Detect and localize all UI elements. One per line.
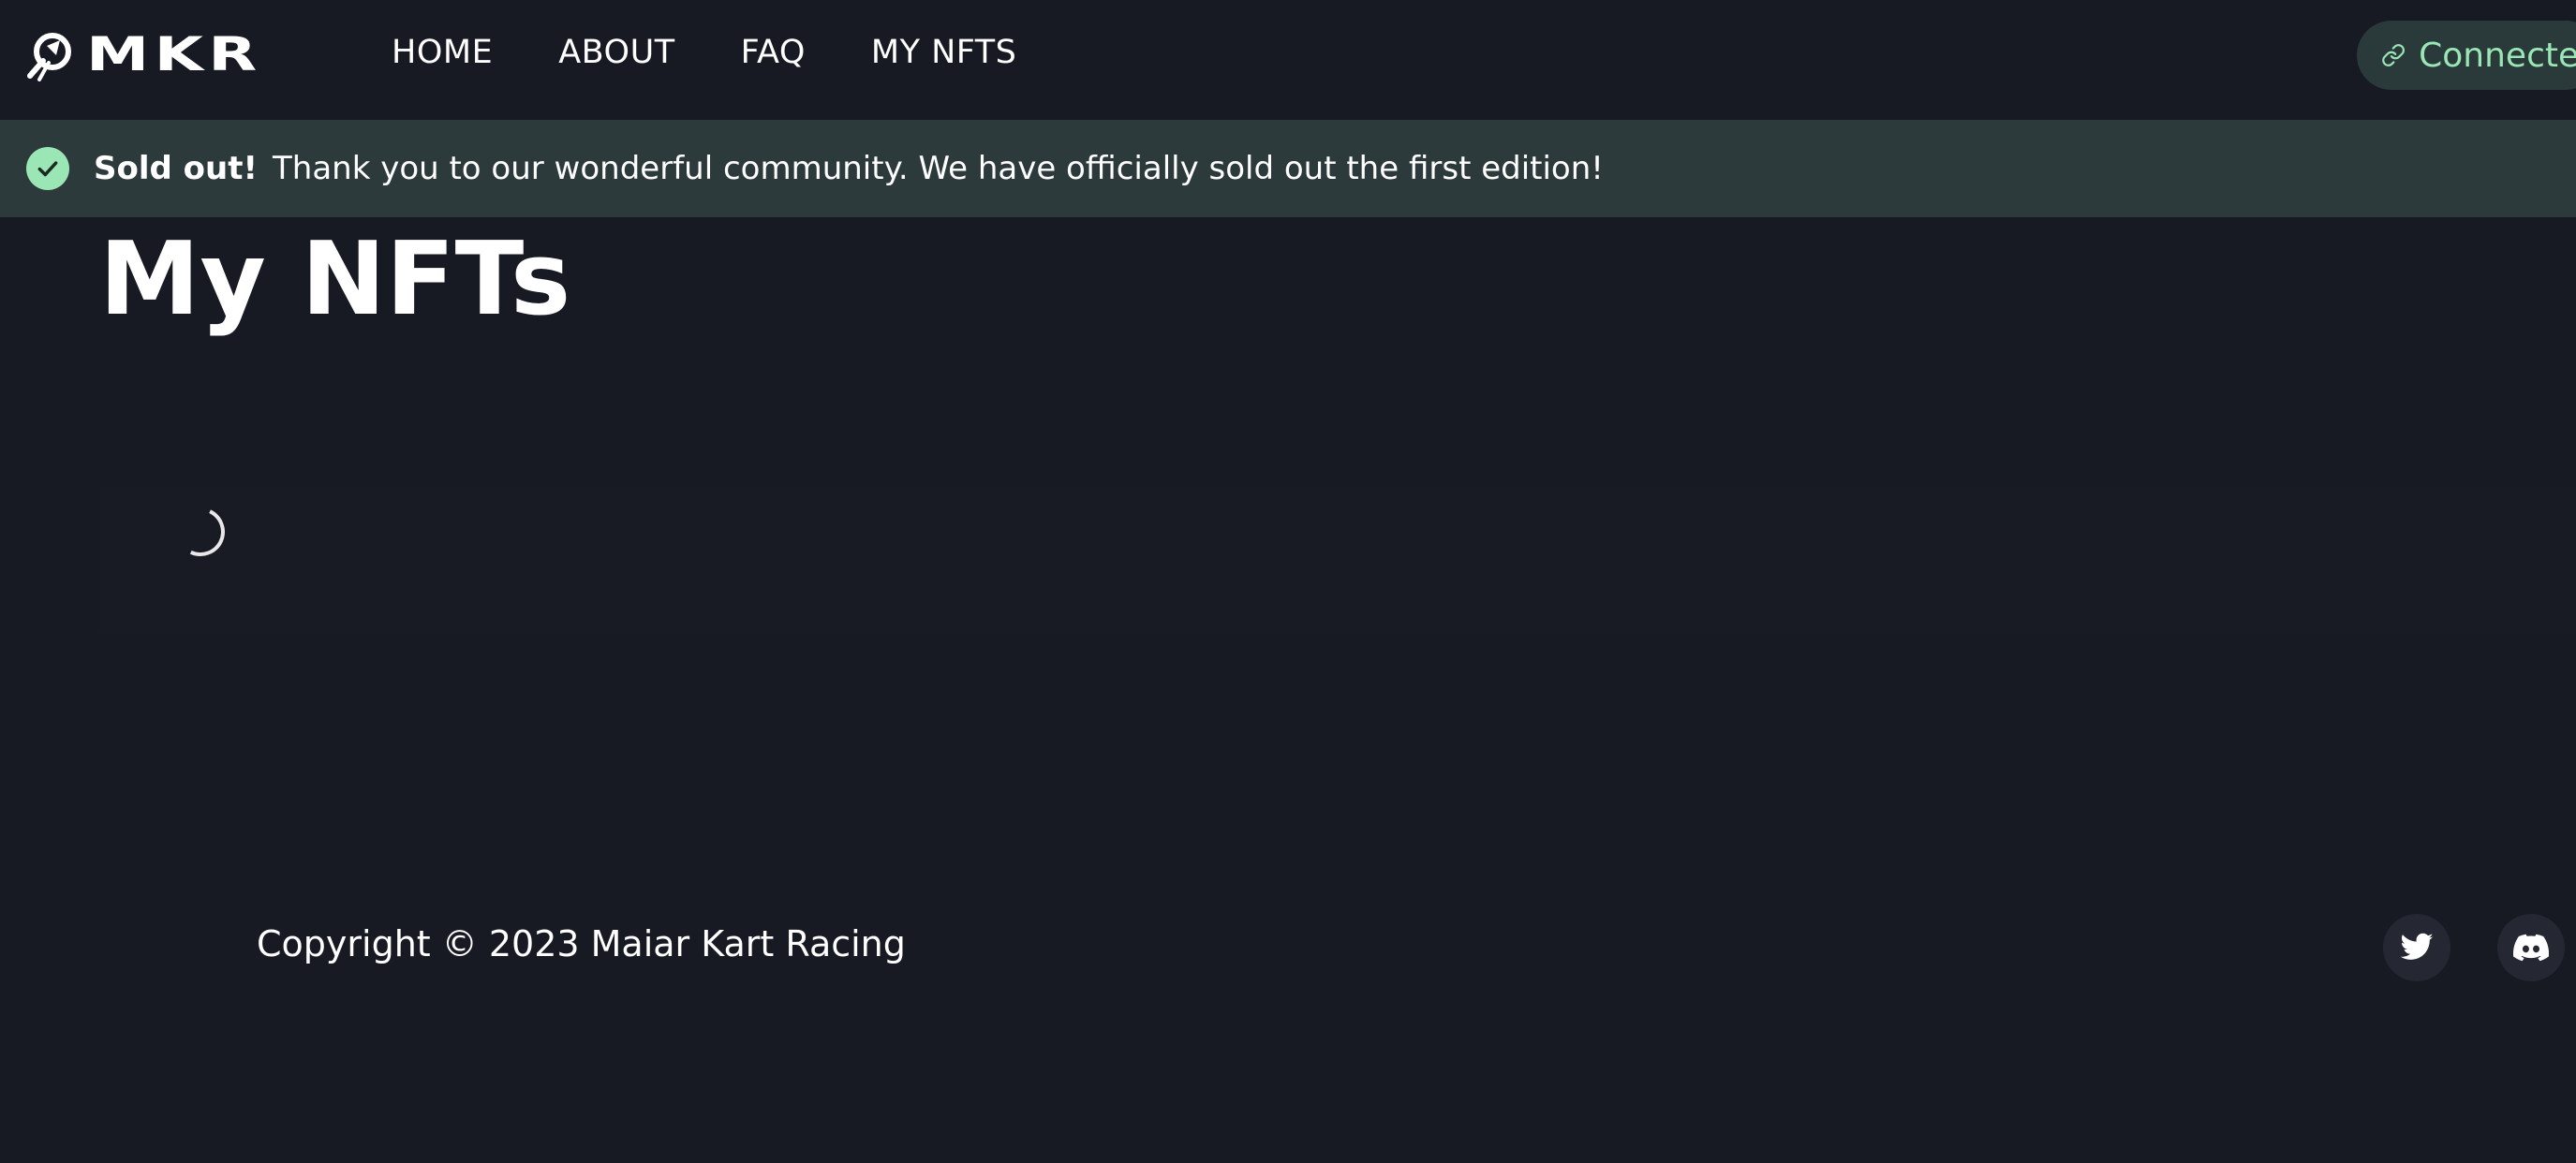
link-icon: [2382, 44, 2405, 66]
nav-home[interactable]: HOME: [392, 34, 493, 71]
discord-icon: [2513, 934, 2549, 962]
nav-faq[interactable]: FAQ: [741, 34, 806, 71]
discord-link[interactable]: [2497, 914, 2565, 981]
twitter-link[interactable]: [2383, 914, 2450, 981]
site-logo[interactable]: MKR: [24, 26, 257, 82]
page-title: My NFTs: [99, 221, 571, 338]
connect-wallet-button[interactable]: Connected: [2357, 21, 2576, 90]
alert-description: Thank you to our wonderful community. We…: [273, 150, 1604, 187]
navbar: MKR HOME ABOUT FAQ MY NFTS Connected: [0, 0, 2576, 120]
connect-label: Connected: [2419, 36, 2576, 75]
logo-text: MKR: [86, 27, 262, 81]
twitter-icon: [2400, 933, 2434, 960]
nft-list-panel: [99, 487, 2576, 633]
copyright-text: Copyright © 2023 Maiar Kart Racing: [257, 923, 906, 964]
spinner-icon: [169, 500, 232, 564]
main-nav: HOME ABOUT FAQ MY NFTS: [392, 34, 1082, 71]
wrench-logo-icon: [27, 33, 71, 81]
alert-title: Sold out!: [94, 150, 258, 187]
nav-about[interactable]: ABOUT: [558, 34, 674, 71]
nav-my-nfts[interactable]: MY NFTS: [871, 34, 1017, 71]
sold-out-alert: Sold out! Thank you to our wonderful com…: [0, 120, 2576, 217]
check-circle-icon: [26, 147, 69, 190]
